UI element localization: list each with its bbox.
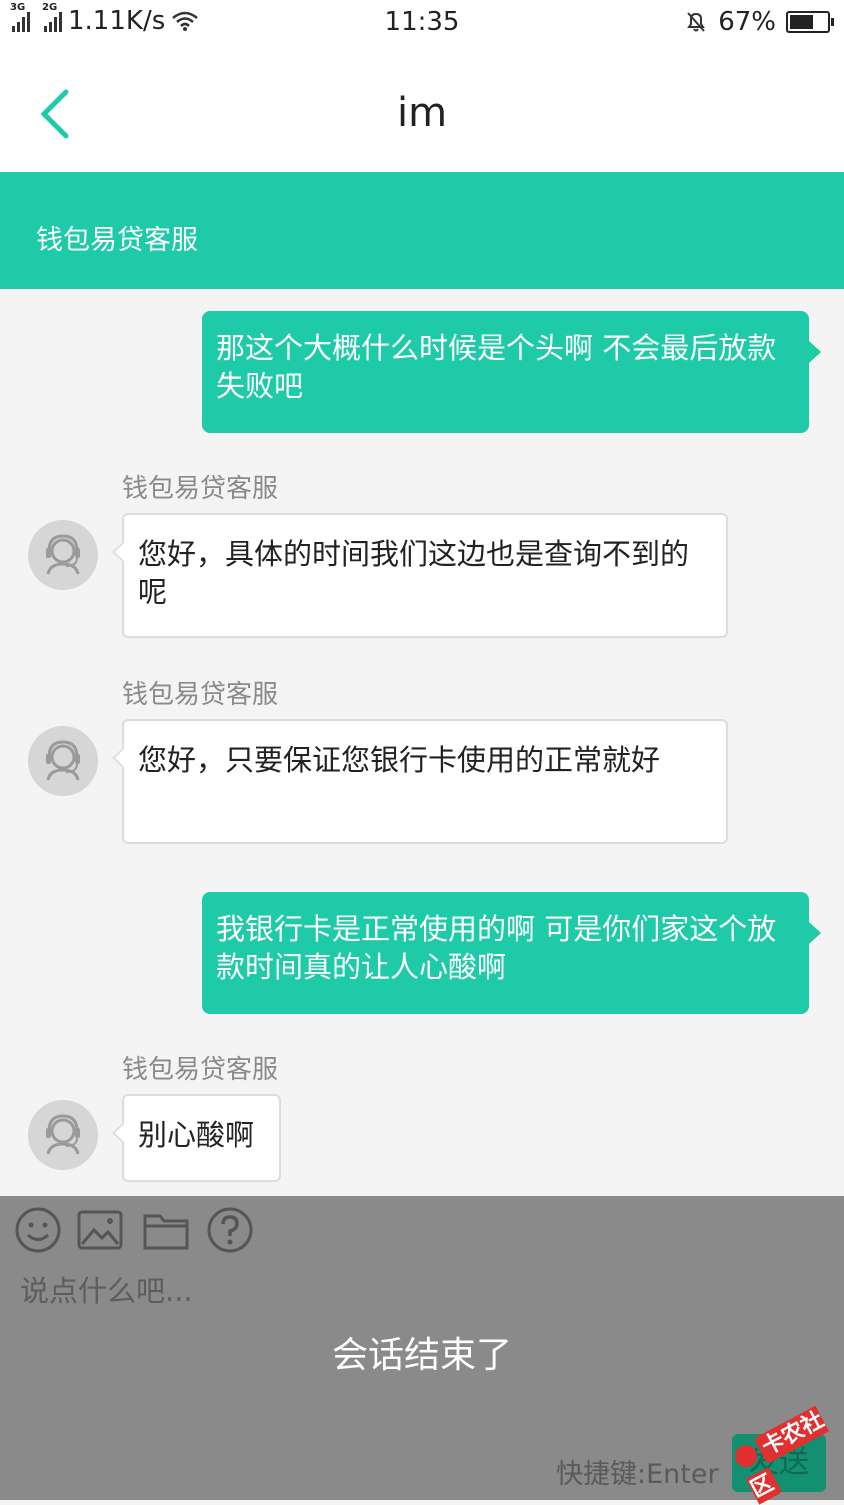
message-bubble-received[interactable]: 您好，只要保证您银行卡使用的正常就好: [112, 719, 728, 844]
message-bubble-sent[interactable]: 我银行卡是正常使用的啊 可是你们家这个放款时间真的让人心酸啊: [202, 892, 821, 1014]
help-icon[interactable]: [206, 1206, 254, 1254]
message-text: 我银行卡是正常使用的啊 可是你们家这个放款时间真的让人心酸啊: [216, 912, 777, 984]
headset-person-icon: [46, 1114, 80, 1155]
message-text: 您好，具体的时间我们这边也是查询不到的呢: [138, 537, 690, 609]
agent-avatar-icon: [28, 726, 98, 796]
status-bar: 3G 2G 1.11K/s 11:35 67%: [0, 0, 844, 46]
sender-name: 钱包易贷客服: [122, 474, 279, 504]
message-text: 别心酸啊: [138, 1118, 255, 1152]
title-bar: im: [0, 46, 844, 172]
battery-percent: 67%: [718, 7, 776, 37]
sender-name: 钱包易贷客服: [122, 1055, 279, 1085]
headset-person-icon: [46, 534, 80, 575]
agent-name: 钱包易贷客服: [36, 225, 198, 256]
page-title: im: [396, 90, 448, 136]
message-text: 那这个大概什么时候是个头啊 不会最后放款失败吧: [216, 331, 777, 403]
image-icon[interactable]: [76, 1206, 124, 1254]
emoji-icon[interactable]: [14, 1206, 62, 1254]
bell-muted-icon: [687, 12, 706, 32]
battery-icon: [786, 11, 834, 33]
agent-avatar-icon: [28, 1100, 98, 1170]
message-bubble-sent[interactable]: 那这个大概什么时候是个头啊 不会最后放款失败吧: [202, 311, 821, 433]
session-ended-text: 会话结束了: [331, 1335, 512, 1376]
message-bubble-received[interactable]: 您好，具体的时间我们这边也是查询不到的呢: [112, 513, 728, 638]
agent-avatar-icon: [28, 520, 98, 590]
status-right: 67%: [684, 7, 834, 37]
headset-person-icon: [46, 740, 80, 781]
shortcut-hint: 快捷键:Enter: [556, 1459, 719, 1490]
sender-name: 钱包易贷客服: [122, 680, 279, 710]
message-text: 您好，只要保证您银行卡使用的正常就好: [138, 743, 661, 777]
message-bubble-received[interactable]: 别心酸啊: [112, 1094, 281, 1182]
message-input[interactable]: 说点什么吧...: [20, 1268, 193, 1310]
agent-bar: 钱包易贷客服: [0, 172, 844, 289]
input-area: 说点什么吧... 会话结束了 快捷键:Enter 发送: [0, 1196, 844, 1500]
folder-icon[interactable]: [142, 1206, 190, 1254]
